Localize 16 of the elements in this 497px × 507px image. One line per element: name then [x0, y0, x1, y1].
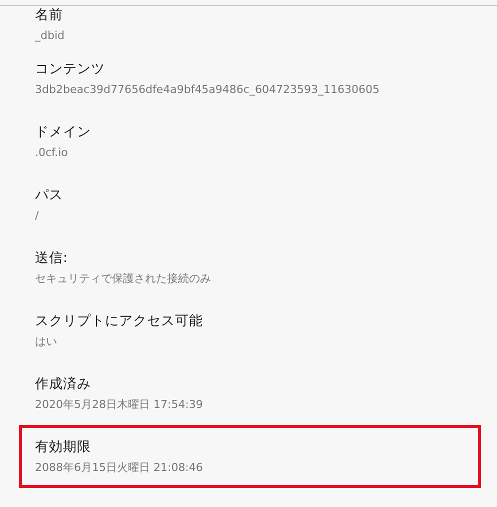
property-label: パス [35, 186, 64, 204]
property-value: 2020年5月28日木曜日 17:54:39 [35, 397, 204, 413]
property-label: コンテンツ [35, 60, 106, 78]
property-value: .0cf.io [35, 145, 69, 161]
property-value: セキュリティで保護された接続のみ [35, 271, 212, 287]
property-value: / [35, 208, 40, 224]
property-label: 送信: [35, 249, 69, 267]
property-label: スクリプトにアクセス可能 [35, 312, 204, 330]
property-value: 3db2beac39d77656dfe4a9bf45a9486c_604723593_11630605 [35, 82, 380, 98]
property-value: はい [35, 334, 58, 350]
property-label: ドメイン [35, 123, 92, 141]
property-value: 2088年6月15日火曜日 21:08:46 [35, 460, 204, 476]
property-label: 名前 [35, 6, 64, 24]
property-label: 有効期限 [35, 438, 92, 456]
property-value: _dbid [35, 28, 66, 44]
property-label: 作成済み [35, 375, 92, 393]
